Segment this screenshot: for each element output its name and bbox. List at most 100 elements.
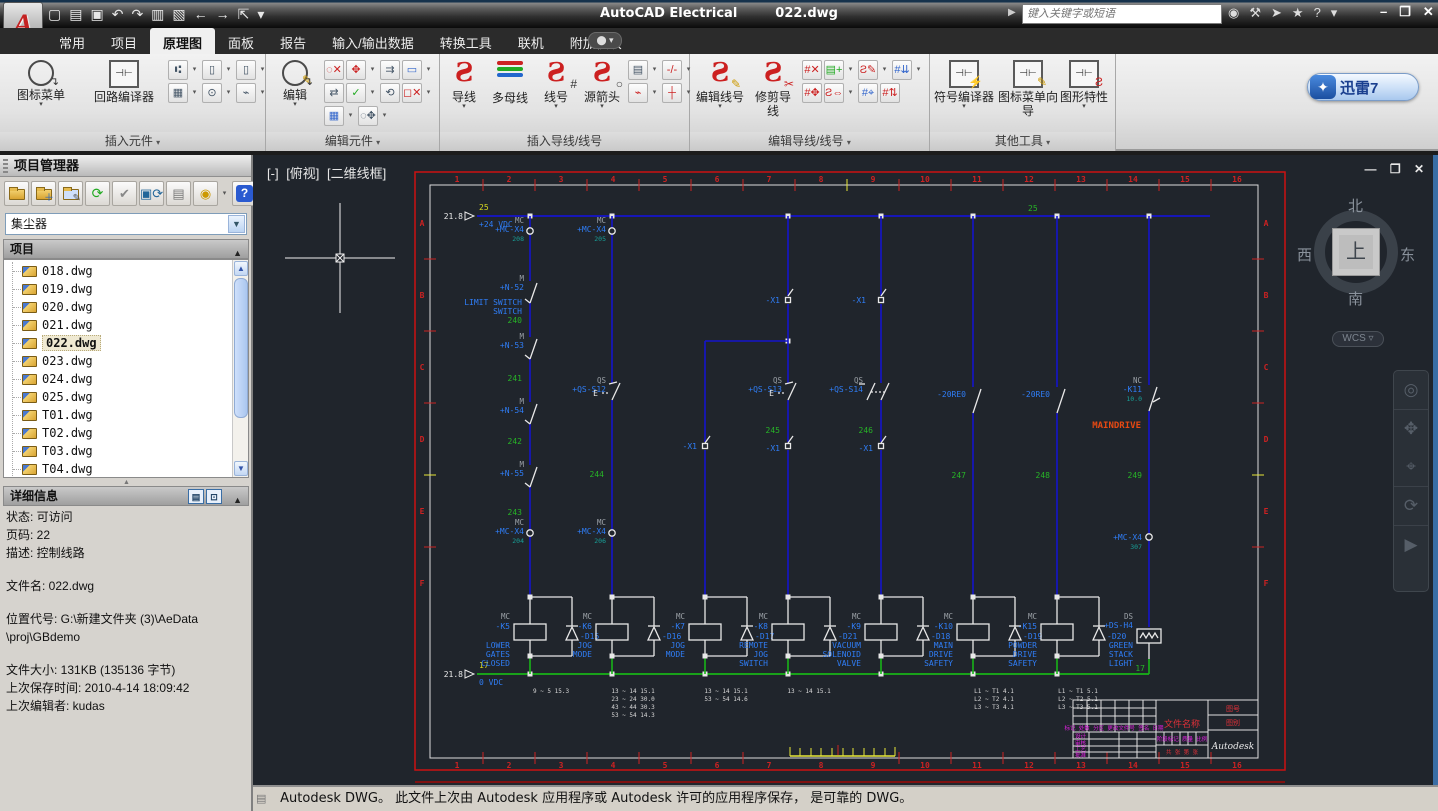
- list-item[interactable]: T03.dwg: [13, 442, 224, 460]
- favorites-star-icon[interactable]: ★: [1292, 5, 1304, 20]
- edit-button[interactable]: ✎ 编辑▾: [272, 58, 318, 108]
- delete-wire-number-icon[interactable]: #✕: [802, 60, 822, 80]
- icon-menu-wizard-button[interactable]: ✎ 图标菜单向导: [998, 58, 1058, 118]
- tab-online[interactable]: 联机: [505, 28, 557, 54]
- dd4[interactable]: ▾: [190, 83, 199, 103]
- search-expand-icon[interactable]: ▶: [1008, 7, 1016, 18]
- list-item[interactable]: 020.dwg: [13, 298, 224, 316]
- dd2[interactable]: ▾: [224, 60, 233, 80]
- undo-icon[interactable]: ↶: [112, 6, 132, 23]
- palette-grip[interactable]: [3, 159, 8, 173]
- showmotion-icon[interactable]: ▶: [1394, 526, 1428, 564]
- delete-component-icon[interactable]: ◌✕: [324, 60, 344, 80]
- align-icon[interactable]: ▭: [402, 60, 422, 80]
- doc-minimize-button[interactable]: —: [1364, 162, 1376, 176]
- tab-import-export[interactable]: 输入/输出数据: [319, 28, 427, 54]
- project-wide-update-button[interactable]: ▣⟳: [139, 181, 164, 206]
- dd8[interactable]: ▾: [424, 60, 433, 80]
- panel-caption-edit-wires[interactable]: 编辑导线/线号 ▾: [690, 132, 929, 151]
- dd15[interactable]: ▾: [650, 83, 659, 103]
- project-task-list-button[interactable]: ✔: [112, 181, 137, 206]
- dd20[interactable]: ▾: [846, 83, 855, 103]
- pan-icon[interactable]: ✥: [1394, 410, 1428, 448]
- doc-restore-button[interactable]: ❐: [1390, 162, 1401, 176]
- move-component-icon[interactable]: ✥: [346, 60, 366, 80]
- collapse-icon[interactable]: ▲: [233, 491, 242, 509]
- list-item[interactable]: 025.dwg: [13, 388, 224, 406]
- toggle-wire-number-icon[interactable]: #⇅: [880, 83, 900, 103]
- minimize-button[interactable]: –: [1380, 4, 1391, 19]
- multiple-bus-button[interactable]: 多母线: [488, 58, 532, 105]
- viewport-visual-style-control[interactable]: [二维线框]: [327, 166, 386, 181]
- symbol-builder-button[interactable]: ⚡ 符号编译器▾: [932, 58, 996, 110]
- list-scrollbar[interactable]: ▲ ▼: [232, 260, 248, 477]
- tab-panel[interactable]: 面板: [215, 28, 267, 54]
- list-item-selected[interactable]: 022.dwg: [13, 334, 224, 352]
- drawing-list-button[interactable]: ✎: [58, 181, 83, 206]
- dd19[interactable]: ▾: [914, 60, 923, 80]
- move-attribute-icon[interactable]: ◌✥: [358, 106, 378, 126]
- details-view-icon[interactable]: ▤: [188, 489, 204, 504]
- forward-icon[interactable]: →: [216, 6, 238, 22]
- dd17[interactable]: ▾: [846, 60, 855, 80]
- fix-wire-number-icon[interactable]: Ƨ✎: [858, 60, 878, 80]
- icon-menu-button[interactable]: 图标菜单▾: [12, 58, 70, 108]
- trim-wire-button[interactable]: Ƨ✂ 修剪导线: [750, 58, 796, 118]
- details-section-header[interactable]: 详细信息 ▤ ⊡ ▲: [3, 486, 249, 506]
- panel-caption-edit-components[interactable]: 编辑元件 ▾: [266, 132, 439, 151]
- drawing-area[interactable]: [-] [俯视] [二维线框] — ❐ ✕: [253, 155, 1438, 785]
- update-icon[interactable]: ✓: [346, 83, 366, 103]
- search-binoculars-icon[interactable]: ◉: [1228, 5, 1239, 20]
- panel-caption-other-tools[interactable]: 其他工具 ▾: [930, 132, 1115, 151]
- view-cube-south[interactable]: 南: [1348, 288, 1363, 309]
- scroll-down-icon[interactable]: ▼: [234, 461, 248, 476]
- scroll-thumb[interactable]: [234, 278, 248, 418]
- refresh-button[interactable]: ⟳: [85, 181, 110, 206]
- insert-terminal-icon[interactable]: ⌁: [236, 83, 256, 103]
- wire-button[interactable]: Ƨ 导线▾: [442, 58, 486, 110]
- subscription-wrench-icon[interactable]: ⚒: [1249, 5, 1261, 20]
- stretch-wire-icon[interactable]: Ƨ⇔: [824, 83, 844, 103]
- insert-footprint-icon[interactable]: ▯: [236, 60, 256, 80]
- help-icon[interactable]: ?: [1314, 5, 1321, 20]
- back-icon[interactable]: ←: [194, 6, 216, 22]
- dd1[interactable]: ▾: [190, 60, 199, 80]
- dd9[interactable]: ▾: [368, 83, 377, 103]
- move-wire-number-icon[interactable]: #✥: [802, 83, 822, 103]
- redo-icon[interactable]: ↷: [131, 6, 151, 23]
- wire-number-button[interactable]: Ƨ# 线号▾: [534, 58, 578, 110]
- featured-apps-button[interactable]: ⬤ ▾: [588, 32, 622, 49]
- view-cube-top-face[interactable]: 上: [1332, 228, 1380, 276]
- zoom-extents-icon[interactable]: ⌖: [1394, 448, 1428, 486]
- list-item[interactable]: 023.dwg: [13, 352, 224, 370]
- panel-caption-insert-wires[interactable]: 插入导线/线号: [440, 132, 689, 151]
- attributes-icon[interactable]: ▦: [324, 106, 344, 126]
- dd11[interactable]: ▾: [346, 106, 355, 126]
- dd5[interactable]: ▾: [224, 83, 233, 103]
- drawing-properties-button[interactable]: Ƨ 图形特性▾: [1060, 58, 1108, 110]
- tab-home[interactable]: 常用: [46, 28, 98, 54]
- copy-component-icon[interactable]: ⇉: [380, 60, 400, 80]
- insert-ladder-rung-icon[interactable]: ▤+: [824, 60, 844, 80]
- dd10[interactable]: ▾: [424, 83, 433, 103]
- dd7[interactable]: ▾: [368, 60, 377, 80]
- list-item[interactable]: 024.dwg: [13, 370, 224, 388]
- viewport-view-control[interactable]: [俯视]: [286, 166, 319, 181]
- view-cube-east[interactable]: 东: [1400, 244, 1415, 265]
- tab-conversion-tools[interactable]: 转换工具: [427, 28, 505, 54]
- copy-wire-number-icon[interactable]: #⇊: [892, 60, 912, 80]
- surveyor-icon[interactable]: ⇱: [238, 6, 258, 23]
- project-manager-title[interactable]: 项目管理器: [0, 155, 251, 177]
- plot-publish-button[interactable]: ▤: [166, 181, 191, 206]
- view-cube-north[interactable]: 北: [1348, 195, 1363, 216]
- retag-icon[interactable]: ⟲: [380, 83, 400, 103]
- ladder-icon[interactable]: ▤: [628, 60, 648, 80]
- tab-project[interactable]: 项目: [98, 28, 150, 54]
- tab-schematic[interactable]: 原理图: [150, 28, 215, 54]
- wcs-dropdown[interactable]: WCS ▿: [1332, 331, 1384, 347]
- insert-connector-icon[interactable]: ⊙: [202, 83, 222, 103]
- list-item[interactable]: 019.dwg: [13, 280, 224, 298]
- list-item[interactable]: T04.dwg: [13, 460, 224, 478]
- new-project-button[interactable]: ＋: [31, 181, 56, 206]
- tee-icon[interactable]: ┼: [662, 83, 682, 103]
